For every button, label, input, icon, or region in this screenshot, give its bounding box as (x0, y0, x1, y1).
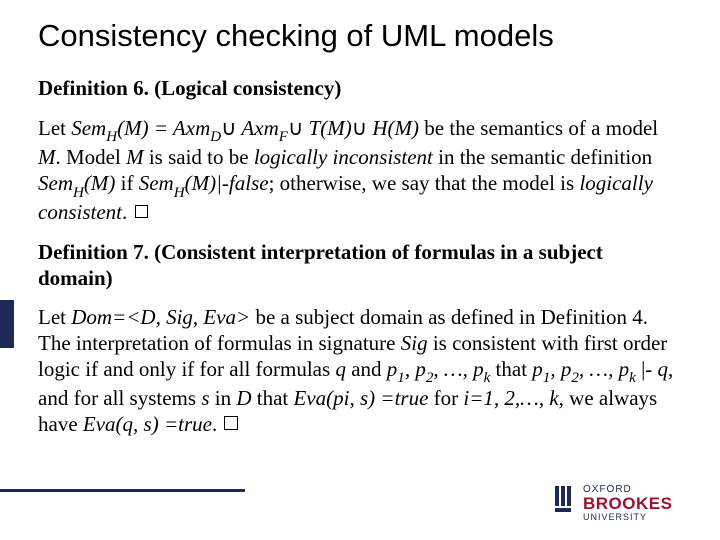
text: , p (405, 357, 426, 381)
text: is said to be (144, 145, 254, 169)
qed-box-icon (224, 416, 238, 430)
text: H (73, 185, 84, 201)
text: 2 (571, 370, 579, 386)
text: , p (550, 357, 571, 381)
text: and (346, 357, 387, 381)
accent-bar (0, 300, 14, 348)
text: . (122, 200, 133, 224)
slide-title: Consistency checking of UML models (38, 18, 682, 54)
text: Eva(q, s) =true (83, 412, 212, 436)
brookes-logo: OXFORD BROOKES UNIVERSITY (555, 484, 705, 528)
slide-body: Definition 6. (Logical consistency) Let … (38, 76, 682, 451)
text: H (174, 185, 185, 201)
definition-6-body: Let SemH(M) = AxmD∪ AxmF∪ T(M)∪ H(M) be … (38, 116, 682, 226)
text: (M)|-false (185, 171, 269, 195)
text: Let (38, 116, 71, 140)
footer-stripe (0, 489, 245, 492)
text: 1 (543, 370, 551, 386)
text: Let (38, 305, 71, 329)
text: T(M) (303, 116, 351, 140)
text: k (629, 370, 636, 386)
text: Sem (38, 171, 73, 195)
text: Dom=<D, Sig, Eva> (71, 305, 250, 329)
text: p (387, 357, 398, 381)
definition-7-body: Let Dom=<D, Sig, Eva> be a subject domai… (38, 305, 682, 437)
text: for (428, 386, 463, 410)
text: (M) (84, 171, 115, 195)
text: k (484, 370, 491, 386)
text: H (106, 129, 117, 145)
union-icon: ∪ (352, 116, 367, 140)
text: if (115, 171, 138, 195)
text: i=1, 2,…, k (463, 386, 558, 410)
text: in (210, 386, 237, 410)
text: Sig (401, 331, 428, 355)
text: (M) = Axm (117, 116, 210, 140)
text: Sem (139, 171, 174, 195)
logo-line-2: BROOKES (583, 494, 672, 514)
text: , …, p (433, 357, 483, 381)
text: H(M) (367, 116, 419, 140)
text: be the semantics of a model (419, 116, 658, 140)
text: F (279, 129, 288, 145)
text: . Model (56, 145, 127, 169)
text: that (252, 386, 294, 410)
logo-mark-icon (555, 486, 579, 520)
text: 2 (426, 370, 434, 386)
text: Axm (237, 116, 279, 140)
text: Eva(pi, s) =true (294, 386, 429, 410)
slide: Consistency checking of UML models Defin… (0, 0, 720, 540)
text: ; otherwise, we say that the model is (269, 171, 580, 195)
text: M (126, 145, 144, 169)
text: Sem (71, 116, 106, 140)
text: q (335, 357, 346, 381)
text: logically inconsistent (254, 145, 433, 169)
text: |- (636, 357, 658, 381)
text: s (201, 386, 209, 410)
qed-box-icon (135, 205, 149, 219)
text: 1 (397, 370, 405, 386)
logo-line-3: UNIVERSITY (583, 512, 647, 522)
definition-7-heading: Definition 7. (Consistent interpretation… (38, 240, 682, 291)
text: D (210, 129, 221, 145)
definition-6-heading: Definition 6. (Logical consistency) (38, 76, 682, 102)
text: . (212, 412, 223, 436)
text: D (236, 386, 251, 410)
text: q (658, 357, 669, 381)
union-icon: ∪ (221, 116, 236, 140)
text: M (38, 145, 56, 169)
text: p (532, 357, 543, 381)
text: in the semantic definition (433, 145, 652, 169)
text: , …, p (579, 357, 629, 381)
text: that (490, 357, 532, 381)
union-icon: ∪ (288, 116, 303, 140)
